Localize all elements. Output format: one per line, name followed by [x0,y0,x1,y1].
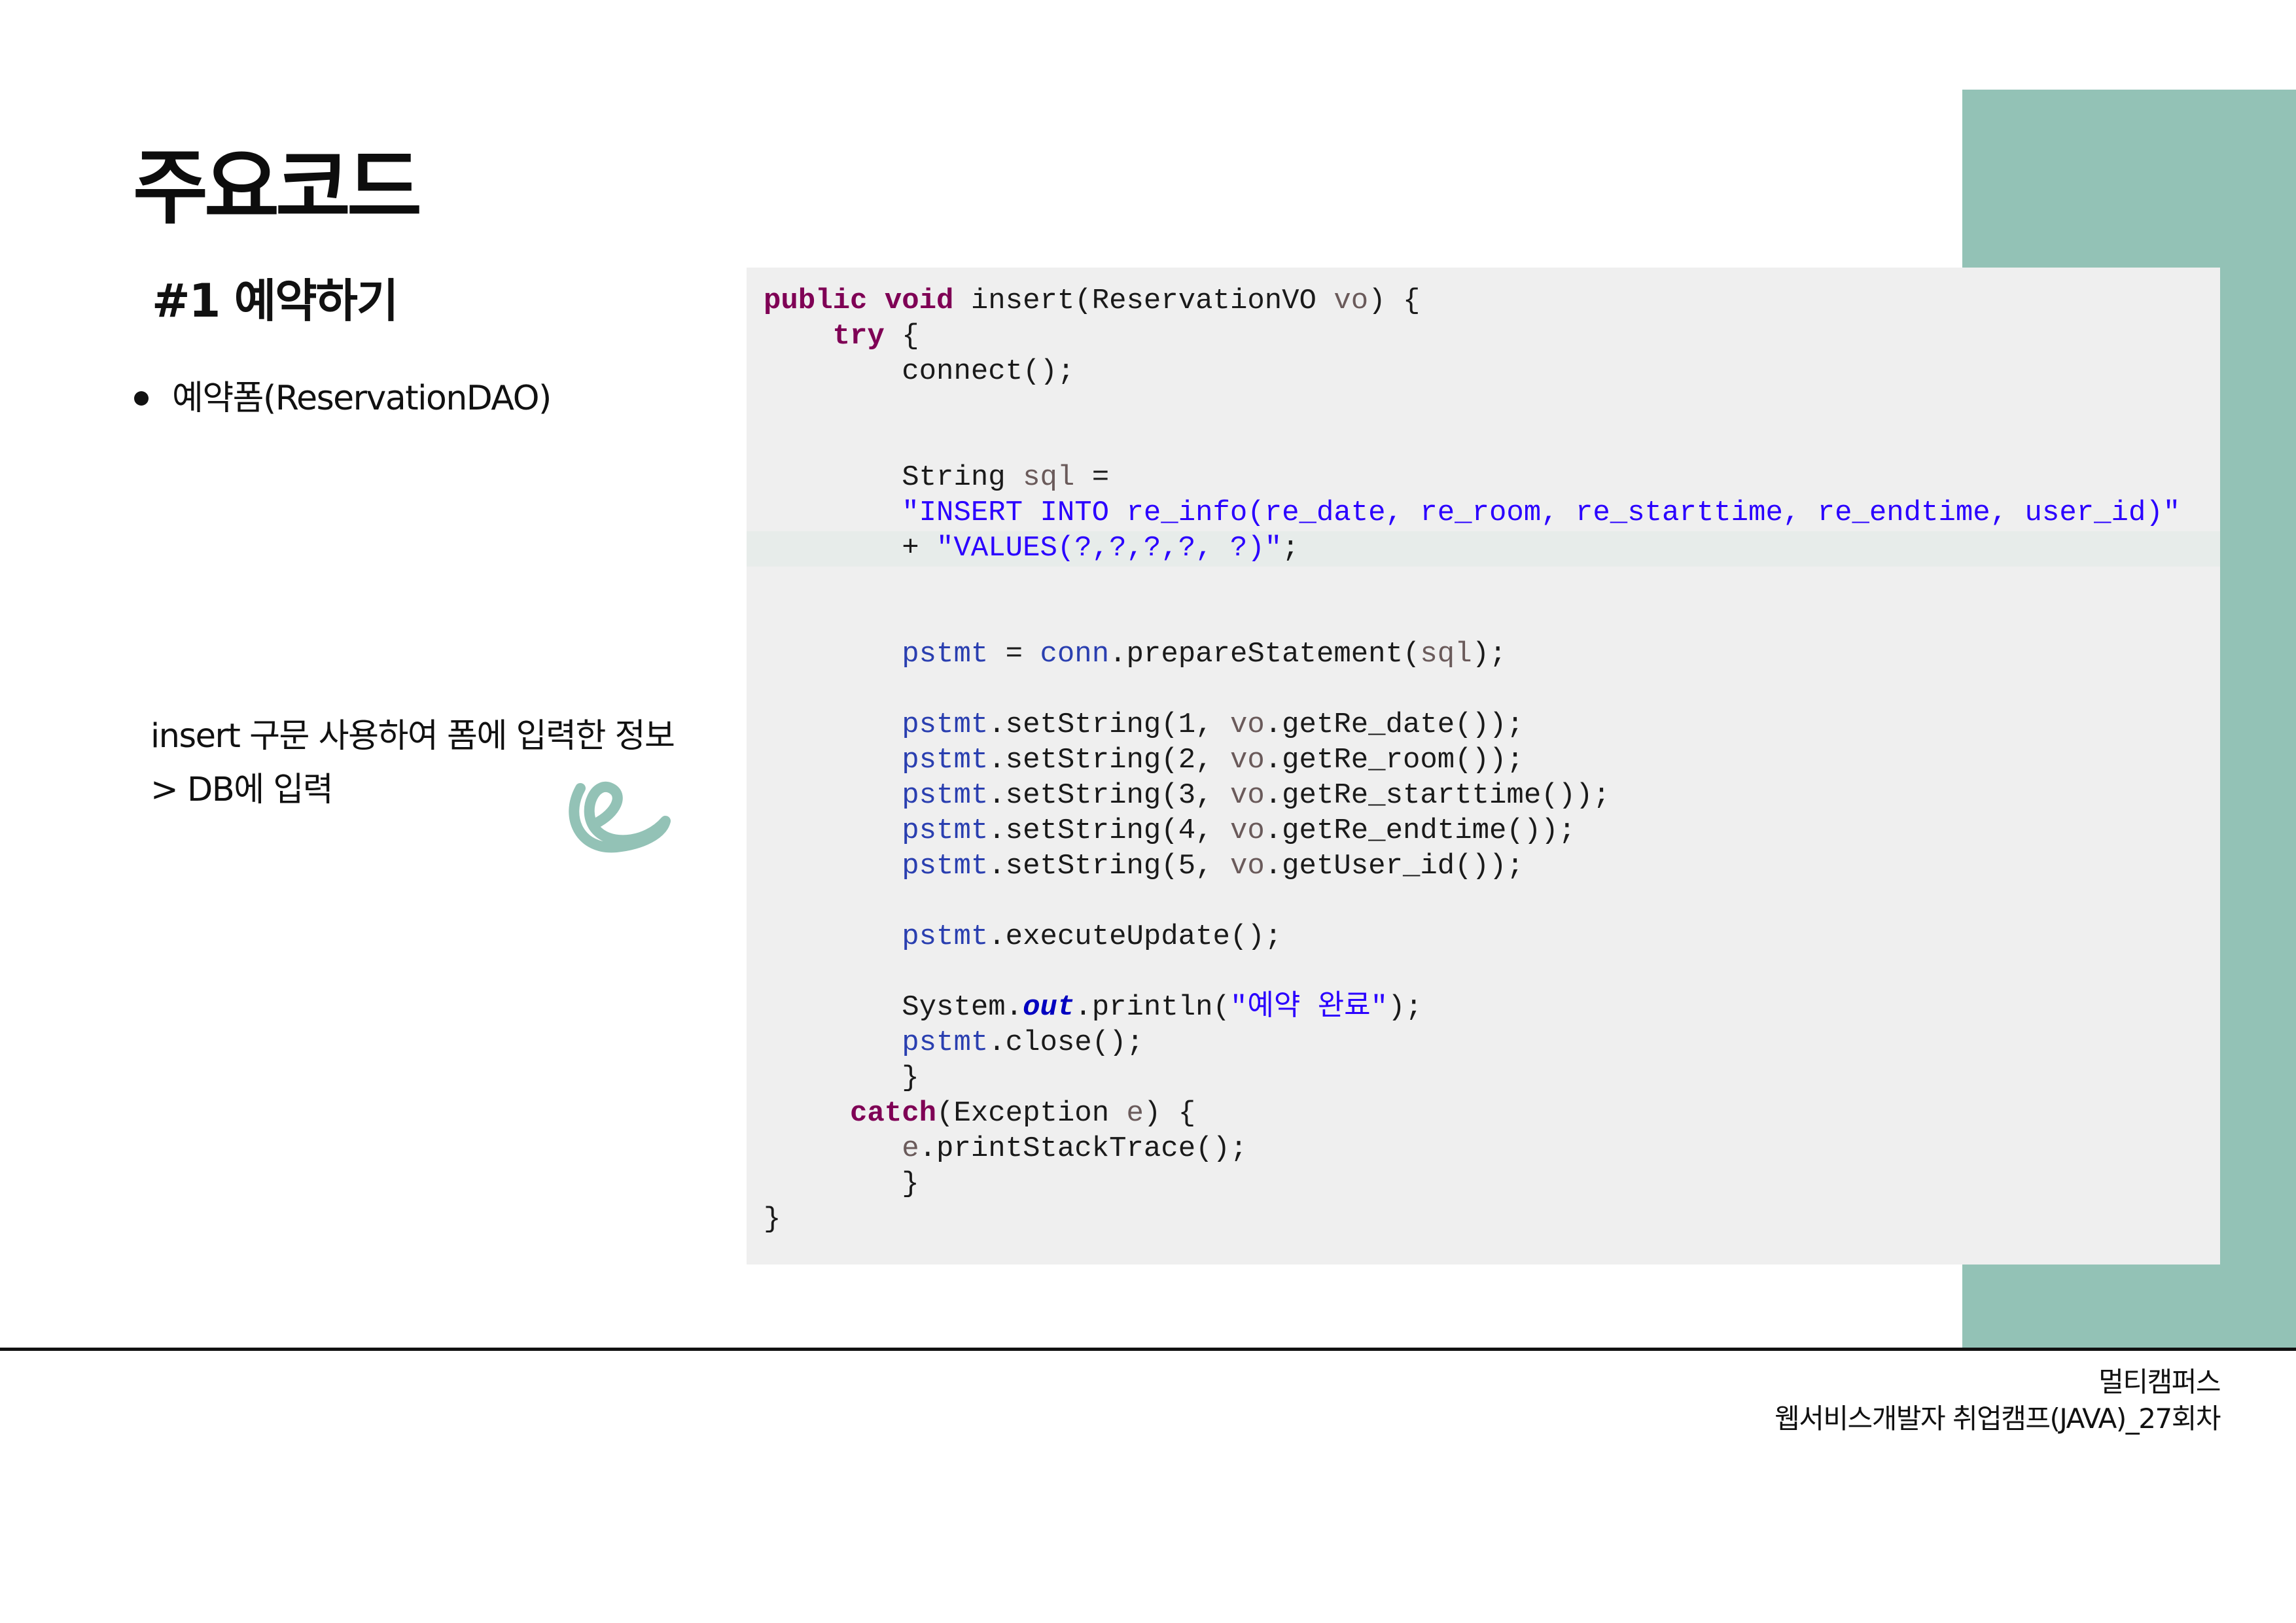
code-line: } [764,1203,781,1236]
bullet-text: 예약폼(ReservationDAO) [172,379,552,418]
footer-org: 멀티캠퍼스 [2098,1366,2221,1398]
code-screenshot: public void insert(ReservationVO vo) { t… [747,268,2220,1265]
footer-divider [0,1348,2296,1351]
code-line: String sql = [764,461,1110,494]
code-line: try { [832,320,919,353]
bullet-item: 예약폼(ReservationDAO) [134,379,552,418]
code-line: public void insert(ReservationVO vo) { [764,285,1421,317]
code-block: public void insert(ReservationVO vo) { t… [764,283,2180,1237]
code-line: System.out.println("예약 완료"); [764,991,1422,1024]
section-heading: #1 예약하기 [152,274,398,328]
swirl-doodle-icon [569,782,671,853]
code-line: } [764,1062,919,1094]
code-line: + "VALUES(?,?,?,?, ?)"; [764,532,1299,565]
code-line: connect(); [764,355,1075,388]
code-line: catch(Exception e) { [850,1097,1196,1130]
description-line-1: insert 구문 사용하여 폼에 입력한 정보 [150,717,675,756]
code-line: pstmt.close(); [902,1026,1144,1059]
footer: 멀티캠퍼스 웹서비스개발자 취업캠프(JAVA)_27회차 [1775,1364,2221,1437]
code-line: pstmt.setString(4, vo.getRe_endtime()); [902,814,1576,847]
code-line: } [764,1168,919,1200]
footer-course: 웹서비스개발자 취업캠프(JAVA)_27회차 [1775,1403,2221,1435]
bullet-dot-icon [134,391,149,406]
code-line: pstmt.setString(3, vo.getRe_starttime())… [902,779,1610,812]
code-line: pstmt.setString(5, vo.getUser_id()); [902,850,1524,882]
code-line: pstmt.executeUpdate(); [902,920,1282,953]
code-line: e.printStackTrace(); [902,1132,1248,1165]
code-line: "INSERT INTO re_info(re_date, re_room, r… [902,497,2181,529]
code-line: pstmt.setString(2, vo.getRe_room()); [902,744,1524,777]
code-line: pstmt = conn.prepareStatement(sql); [902,638,1507,671]
page-title: 주요코드 [133,141,422,236]
code-line: pstmt.setString(1, vo.getRe_date()); [902,708,1524,741]
